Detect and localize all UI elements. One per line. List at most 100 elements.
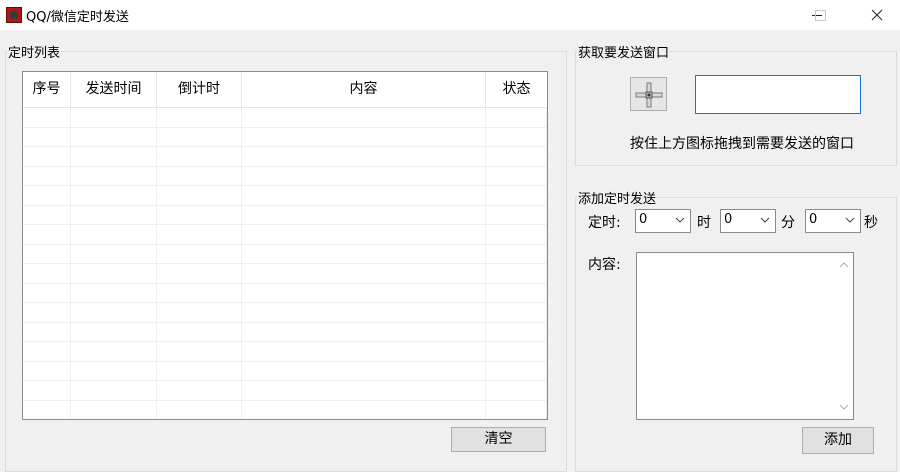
table-row[interactable] xyxy=(23,283,547,303)
minute-select[interactable]: 0 xyxy=(720,209,776,233)
second-value: 0 xyxy=(809,212,818,227)
table-cell xyxy=(23,342,71,361)
table-cell xyxy=(23,381,71,400)
table-cell xyxy=(486,186,547,205)
hour-unit: 时 xyxy=(697,215,711,231)
table-cell xyxy=(242,108,486,127)
hour-select[interactable]: 0 xyxy=(635,209,691,233)
table-cell xyxy=(157,108,242,127)
table-cell xyxy=(486,361,547,380)
table-cell xyxy=(71,166,157,185)
table-cell xyxy=(23,244,71,263)
table-cell xyxy=(71,108,157,127)
table-row[interactable] xyxy=(23,361,547,381)
table-cell xyxy=(71,303,157,322)
table-row[interactable] xyxy=(23,108,547,128)
chevron-down-icon xyxy=(845,217,855,223)
column-header-status[interactable]: 状态 xyxy=(486,72,547,107)
close-icon xyxy=(871,9,883,21)
table-cell xyxy=(486,166,547,185)
column-header-send-time[interactable]: 发送时间 xyxy=(71,72,157,107)
table-row[interactable] xyxy=(23,381,547,401)
minute-value: 0 xyxy=(724,212,733,227)
table-cell xyxy=(23,166,71,185)
window-title: QQ/微信定时发送 xyxy=(26,10,129,25)
table-row[interactable] xyxy=(23,322,547,342)
crosshair-drag-icon xyxy=(635,82,663,108)
table-cell xyxy=(486,225,547,244)
crosshair-drag-handle[interactable] xyxy=(630,77,667,111)
column-header-content[interactable]: 内容 xyxy=(242,72,486,107)
table-cell xyxy=(242,400,486,419)
table-cell xyxy=(242,342,486,361)
table-cell xyxy=(71,342,157,361)
table-cell xyxy=(157,400,242,419)
table-cell xyxy=(157,342,242,361)
table-cell xyxy=(23,322,71,341)
time-label: 定时: xyxy=(588,215,621,231)
table-cell xyxy=(71,361,157,380)
table-cell xyxy=(23,186,71,205)
maximize-button[interactable] xyxy=(797,0,843,30)
table-cell xyxy=(23,303,71,322)
table-row[interactable] xyxy=(23,205,547,225)
table-cell xyxy=(486,264,547,283)
table-cell xyxy=(486,400,547,419)
capture-window-legend: 获取要发送窗口 xyxy=(578,46,670,61)
table-row[interactable] xyxy=(23,244,547,264)
table-row[interactable] xyxy=(23,303,547,323)
column-header-countdown[interactable]: 倒计时 xyxy=(157,72,242,107)
second-unit: 秒 xyxy=(864,215,878,231)
table-cell xyxy=(486,381,547,400)
table-cell xyxy=(486,147,547,166)
table-cell xyxy=(242,381,486,400)
schedule-list-legend: 定时列表 xyxy=(8,46,61,61)
chevron-down-icon xyxy=(675,217,685,223)
table-cell xyxy=(71,283,157,302)
table-row[interactable] xyxy=(23,225,547,245)
table-cell xyxy=(71,322,157,341)
table-cell xyxy=(157,244,242,263)
table-cell xyxy=(71,127,157,146)
table-cell xyxy=(486,342,547,361)
scroll-down-icon[interactable] xyxy=(839,403,849,411)
table-cell xyxy=(23,147,71,166)
drag-hint-text: 按住上方图标拖拽到需要发送的窗口 xyxy=(630,136,854,152)
table-cell xyxy=(71,244,157,263)
table-row[interactable] xyxy=(23,127,547,147)
table-row[interactable] xyxy=(23,342,547,362)
column-header-index[interactable]: 序号 xyxy=(23,72,71,107)
clear-button[interactable]: 清空 xyxy=(451,427,546,452)
table-cell xyxy=(71,205,157,224)
table-cell xyxy=(23,205,71,224)
table-cell xyxy=(242,166,486,185)
table-row[interactable] xyxy=(23,264,547,284)
content-textarea[interactable] xyxy=(636,252,854,420)
second-select[interactable]: 0 xyxy=(805,209,861,233)
schedule-table[interactable]: 序号 发送时间 倒计时 内容 状态 xyxy=(22,71,548,420)
table-cell xyxy=(157,166,242,185)
table-cell xyxy=(23,108,71,127)
table-row[interactable] xyxy=(23,147,547,167)
table-body xyxy=(23,108,547,419)
table-row[interactable] xyxy=(23,400,547,419)
target-window-field[interactable] xyxy=(695,75,861,114)
add-button[interactable]: 添加 xyxy=(802,427,874,454)
table-cell xyxy=(23,127,71,146)
table-cell xyxy=(157,381,242,400)
table-row[interactable] xyxy=(23,186,547,206)
table-cell xyxy=(242,322,486,341)
table-cell xyxy=(71,186,157,205)
table-cell xyxy=(157,186,242,205)
table-cell xyxy=(242,244,486,263)
table-cell xyxy=(71,400,157,419)
table-cell xyxy=(157,361,242,380)
maximize-icon xyxy=(814,9,826,21)
hour-value: 0 xyxy=(639,212,648,227)
table-cell xyxy=(157,127,242,146)
table-row[interactable] xyxy=(23,166,547,186)
table-cell xyxy=(486,283,547,302)
table-cell xyxy=(157,283,242,302)
scroll-up-icon[interactable] xyxy=(839,261,849,269)
close-button[interactable] xyxy=(854,0,900,30)
